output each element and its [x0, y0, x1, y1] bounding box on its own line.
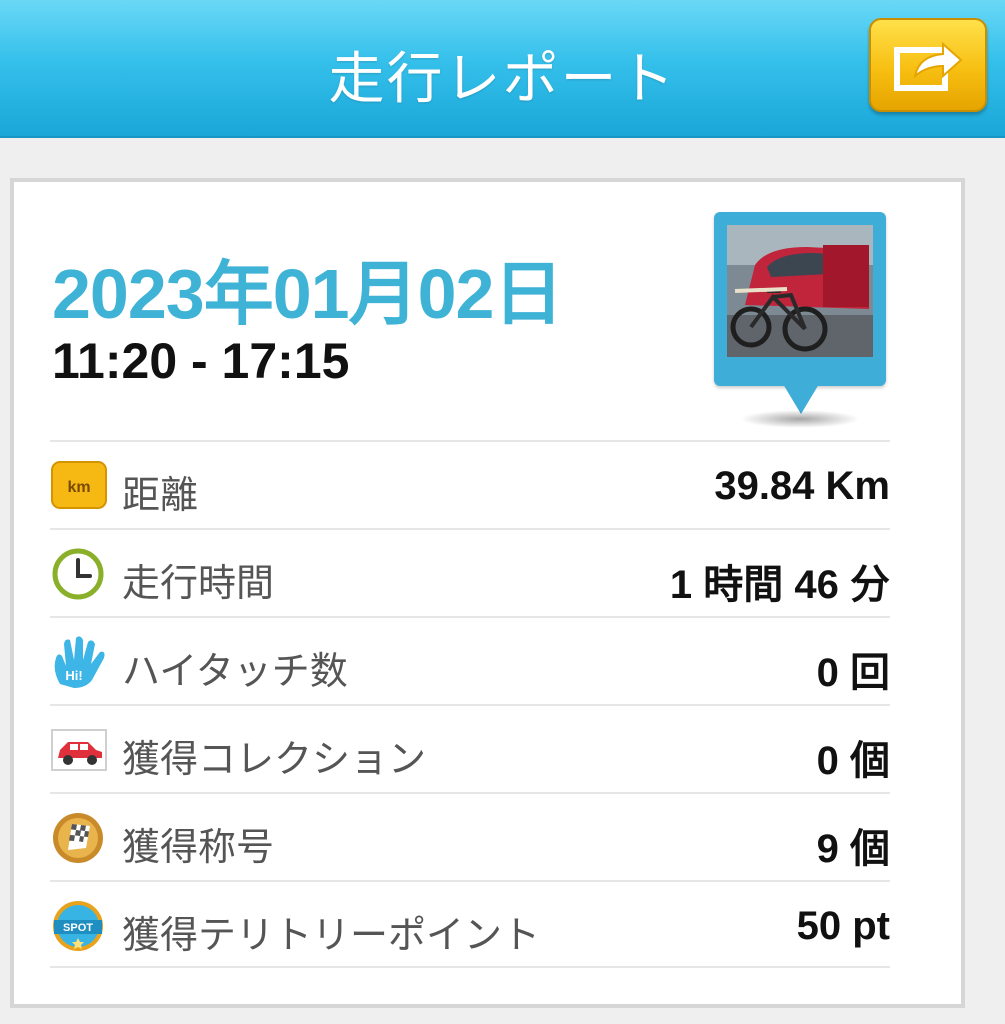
stat-row-titles: 獲得称号 9 個 [50, 792, 890, 880]
spot-badge-icon: SPOT [53, 901, 103, 951]
ride-photo-pin[interactable] [714, 212, 886, 430]
car-icon [51, 729, 107, 771]
app-header: 走行レポート [0, 0, 1005, 138]
ride-photo-thumbnail [727, 225, 873, 357]
pin-shadow [740, 410, 860, 428]
stat-row-distance: km 距離 39.84 Km [50, 440, 890, 528]
stat-label: 獲得テリトリーポイント [122, 913, 541, 957]
stat-label: 距離 [122, 473, 199, 517]
stat-value: 0 個 [816, 739, 890, 783]
hand-hi-icon: Hi! [54, 636, 105, 688]
stat-row-ride-time: 走行時間 1 時間 46 分 [50, 528, 890, 616]
page-title: 走行レポート [328, 47, 677, 112]
stat-row-high-touch: Hi! ハイタッチ数 0 回 [50, 616, 890, 704]
stat-value: 9 個 [816, 827, 890, 871]
report-date: 2023年01月02日 [52, 255, 563, 333]
clock-icon [52, 548, 104, 600]
stats-list: km 距離 39.84 Km 走行時間 1 時間 46 分 Hi! ハイタッチ数… [50, 440, 890, 968]
photo-frame [714, 212, 886, 386]
share-button[interactable] [869, 18, 987, 112]
ride-report-card: 2023年01月02日 11:20 - 17:15 km 距離 39.84 Km… [10, 178, 965, 1008]
checkered-flag-medal-icon [53, 813, 103, 863]
stat-label: ハイタッチ数 [122, 649, 348, 693]
svg-text:km: km [67, 479, 90, 496]
svg-text:SPOT: SPOT [63, 922, 93, 934]
stat-value: 1 時間 46 分 [669, 563, 890, 607]
stat-row-territory-points: SPOT 獲得テリトリーポイント 50 pt [50, 880, 890, 968]
report-time-range: 11:20 - 17:15 [52, 333, 350, 389]
stat-value: 39.84 Km [714, 464, 890, 508]
km-icon: km [51, 461, 107, 509]
share-arrow-icon [894, 41, 963, 91]
svg-text:Hi!: Hi! [65, 668, 82, 683]
stat-label: 獲得コレクション [122, 737, 427, 781]
stat-label: 走行時間 [122, 561, 275, 605]
stat-label: 獲得称号 [122, 825, 275, 869]
stat-row-collection: 獲得コレクション 0 個 [50, 704, 890, 792]
stat-value: 0 回 [816, 651, 890, 695]
stat-value: 50 pt [796, 904, 890, 948]
